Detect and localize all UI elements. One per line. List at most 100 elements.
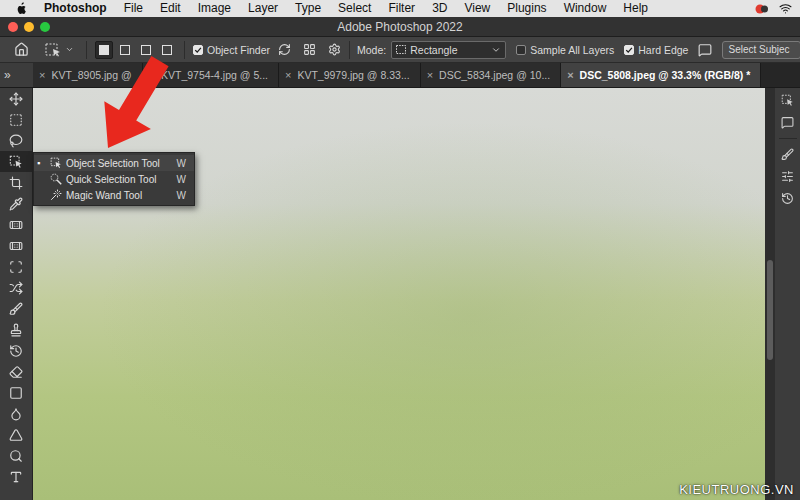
tool-button[interactable] [0,382,32,403]
tools-panel [0,88,33,500]
flyout-item[interactable]: Magic Wand ToolW [34,187,194,203]
document-tab[interactable]: × KVT_8905.jpg @ [33,63,143,87]
gradient-tool-icon [9,386,23,400]
properties-panel-icon[interactable] [781,94,794,107]
move-tool-icon [9,92,23,106]
clone-stamp-tool-icon [9,323,23,337]
tool-button[interactable] [0,298,32,319]
scroll-thumb[interactable] [767,260,773,360]
tool-button[interactable] [0,235,32,256]
menu-item[interactable]: Edit [160,0,181,17]
history-icon[interactable] [781,192,794,205]
tool-button[interactable] [0,361,32,382]
workspace [0,88,800,500]
panel-divider [779,138,797,139]
document-tab[interactable]: ×KVT_9979.jpg @ 8.33... [279,63,421,87]
tool-button[interactable] [0,172,32,193]
tool-button[interactable] [0,193,32,214]
checkbox [193,45,203,55]
app-menu[interactable]: Photoshop [44,0,107,17]
document-tab[interactable]: × DSC_5808.jpeg @ 33.3% (RGB/8) * [561,63,761,87]
brush-settings-icon[interactable] [781,148,794,161]
tool-button[interactable] [0,130,32,151]
menu-item[interactable]: 3D [432,0,447,17]
tool-button[interactable] [0,466,32,487]
tool-button[interactable] [0,445,32,466]
apple-icon[interactable] [15,2,27,15]
selection-mode-group [95,41,176,59]
chevron-down-icon [491,45,501,55]
mode-select[interactable]: Rectangle [391,41,506,59]
flyout-item[interactable]: ▪Object Selection ToolW [34,155,194,171]
tab-close-button[interactable]: × [39,69,45,81]
tool-button[interactable] [0,88,32,109]
select-subject-button[interactable]: Select Subjec [722,41,800,59]
tool-button[interactable] [0,424,32,445]
selection-mode-button[interactable] [137,41,155,59]
selection-mode-icon [141,45,151,55]
blur-tool-icon [9,407,23,421]
watermark: KIEUTRUONG.VN [679,482,794,497]
menu-item[interactable]: Window [564,0,607,17]
window-controls [8,22,337,32]
grid-icon [303,43,316,56]
menu-item[interactable]: Help [623,0,648,17]
tab-close-button[interactable]: × [427,69,433,81]
tool-preset-picker[interactable] [45,43,74,57]
creative-cloud-icon[interactable] [755,3,769,15]
check-icon [194,46,202,54]
mode-label: Mode: [357,44,386,56]
comments-panel-icon[interactable] [781,116,794,129]
home-button[interactable] [14,42,29,57]
menu-item[interactable]: Select [338,0,371,17]
tool-button[interactable] [0,403,32,424]
menu-item[interactable]: Image [198,0,231,17]
settings-button[interactable] [328,43,341,56]
close-button[interactable] [8,22,18,32]
tool-button[interactable] [0,277,32,298]
zoom-button[interactable] [40,22,50,32]
menu-item[interactable]: Layer [248,0,278,17]
selection-mode-button[interactable] [158,41,176,59]
tool-button[interactable] [0,340,32,361]
menu-item[interactable]: Plugins [507,0,546,17]
menu-item[interactable]: File [124,0,143,17]
tool-button[interactable] [0,151,32,172]
panel-toggle[interactable]: » [0,63,33,87]
object-finder-checkbox[interactable]: Object Finder [193,44,270,56]
menu-item[interactable]: Type [295,0,321,17]
tool-button[interactable] [0,256,32,277]
flyout-item[interactable]: Quick Selection ToolW [34,171,194,187]
red-arrow-icon [0,0,800,500]
photo-canvas [33,88,765,500]
tool-button[interactable] [0,214,32,235]
home-icon [14,42,29,57]
menu-item[interactable]: Filter [388,0,415,17]
minimize-button[interactable] [24,22,34,32]
tab-label: KVT_8905.jpg @ [51,69,131,81]
wifi-icon[interactable] [779,2,792,15]
selection-mode-icon [99,45,109,55]
refresh-button[interactable] [278,43,291,56]
tab-close-button[interactable]: × [149,69,155,81]
type-tool-icon [9,470,23,484]
menu-item[interactable]: View [464,0,490,17]
selection-mode-button[interactable] [95,41,113,59]
tab-label: DSC_5808.jpeg @ 33.3% (RGB/8) * [580,69,751,81]
mode-value: Rectangle [410,44,487,56]
sample-all-layers-checkbox[interactable]: Sample All Layers [516,44,614,56]
adjustments-icon[interactable] [781,170,794,183]
select-and-mask-button[interactable] [698,43,712,57]
hard-edge-checkbox[interactable]: Hard Edge [624,44,688,56]
tool-button[interactable] [0,109,32,130]
selection-mode-button[interactable] [116,41,134,59]
tab-close-button[interactable]: × [285,69,291,81]
tab-close-button[interactable]: × [567,69,573,81]
document-tab[interactable]: ×KVT_9754-4.jpg @ 5... [143,63,279,87]
tool-button[interactable] [0,319,32,340]
tab-label: DSC_5834.jpeg @ 10... [439,69,550,81]
document-tab[interactable]: × DSC_5834.jpeg @ 10... [421,63,562,87]
document-tab-bar: » × KVT_8905.jpg @ ×KVT_9754-4.jpg @ 5...×K… [0,63,800,88]
history-brush-tool-icon [9,344,23,358]
show-objects-button[interactable] [303,43,316,56]
